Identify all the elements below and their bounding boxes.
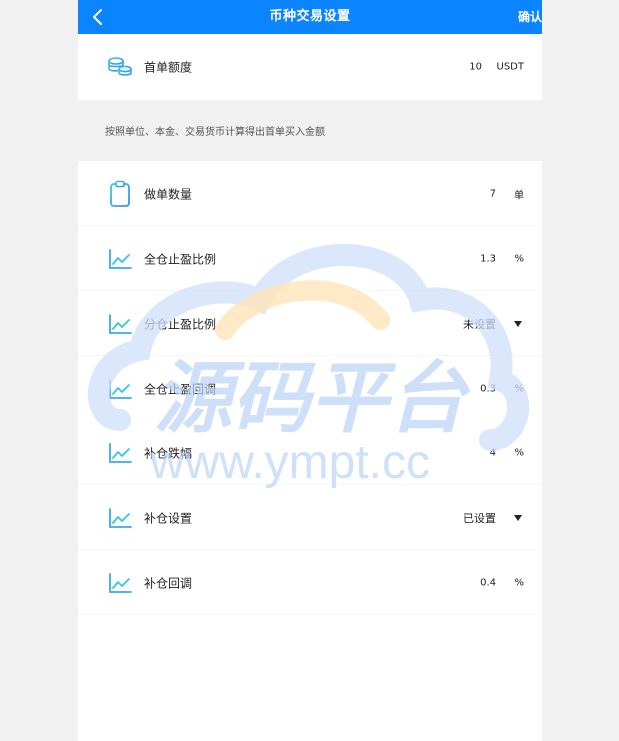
add-position-drop-row[interactable]: 补仓跌幅 4 % [78, 420, 542, 485]
first-order-value[interactable]: 10 [469, 62, 482, 73]
order-count-label: 做单数量 [144, 187, 193, 201]
order-count-unit: 单 [514, 190, 524, 201]
add-position-callback-unit: % [514, 577, 524, 588]
full-take-profit-ratio-value[interactable]: 1.3 [480, 253, 496, 264]
caret-down-icon[interactable] [513, 320, 523, 328]
add-position-callback-value[interactable]: 0.4 [480, 577, 496, 588]
first-order-label: 首单额度 [144, 60, 193, 75]
line-chart-icon [109, 442, 132, 463]
first-order-unit: USDT [496, 61, 524, 73]
full-take-profit-ratio-row[interactable]: 全仓止盈比例 1.3 % [78, 226, 542, 291]
order-count-row[interactable]: 做单数量 7 单 [78, 161, 542, 226]
full-take-profit-ratio-label: 全仓止盈比例 [144, 252, 217, 266]
full-take-profit-callback-value[interactable]: 0.3 [480, 383, 496, 394]
line-chart-icon [109, 248, 132, 269]
order-count-value[interactable]: 7 [490, 188, 496, 199]
add-position-settings-label: 补仓设置 [144, 511, 193, 525]
full-take-profit-callback-unit: % [514, 383, 524, 394]
full-take-profit-ratio-unit: % [514, 253, 524, 264]
page-title: 币种交易设置 [269, 9, 351, 24]
caret-down-icon[interactable] [513, 514, 523, 522]
add-position-settings-select[interactable]: 已设置 [463, 510, 496, 526]
line-chart-icon [109, 378, 132, 399]
add-position-callback-label: 补仓回调 [144, 576, 193, 590]
add-position-drop-unit: % [514, 447, 524, 458]
line-chart-icon [109, 313, 132, 334]
navigation-bar: 币种交易设置 确认 [78, 0, 542, 34]
partial-take-profit-ratio-select[interactable]: 未设置 [463, 316, 496, 332]
full-take-profit-callback-row[interactable]: 全仓止盈回调 0.3 % [78, 356, 542, 421]
partial-take-profit-ratio-label: 分仓止盈比例 [144, 317, 217, 331]
hint-section: 按照单位、本金、交易货币计算得出首单买入金额 [78, 100, 542, 161]
add-position-drop-label: 补仓跌幅 [144, 446, 193, 460]
add-position-callback-row[interactable]: 补仓回调 0.4 % [78, 550, 542, 615]
line-chart-icon [109, 507, 132, 528]
partial-take-profit-ratio-row[interactable]: 分仓止盈比例 未设置 [78, 291, 542, 356]
first-order-amount-row[interactable]: 首单额度 10 USDT [78, 34, 542, 100]
line-chart-icon [109, 572, 132, 593]
hint-text: 按照单位、本金、交易货币计算得出首单买入金额 [105, 127, 325, 138]
confirm-button[interactable]: 确认 [518, 0, 542, 34]
coins-icon [108, 57, 132, 76]
full-take-profit-callback-label: 全仓止盈回调 [144, 382, 217, 396]
app-screen: 币种交易设置 确认 首单额度 10 USDT 按照单位、本金、交易货币计算得出首… [78, 0, 542, 741]
add-position-drop-value[interactable]: 4 [490, 447, 496, 458]
clipboard-icon [110, 180, 130, 207]
add-position-settings-row[interactable]: 补仓设置 已设置 [78, 485, 542, 550]
